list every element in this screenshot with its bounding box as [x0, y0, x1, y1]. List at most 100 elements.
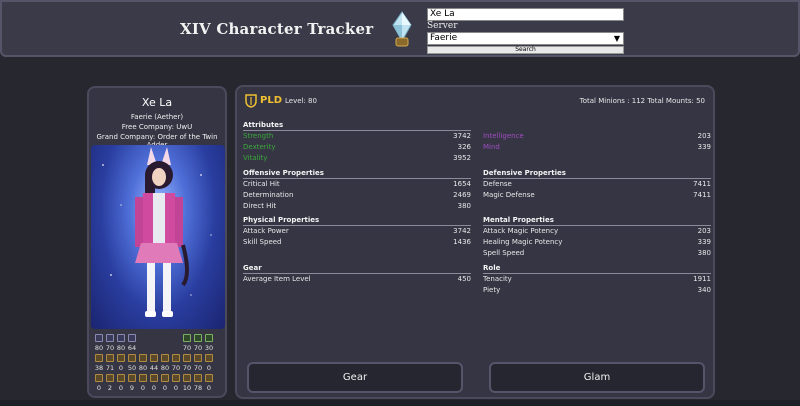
character-name: Xe La	[141, 96, 173, 109]
stat-label: Mind	[483, 143, 500, 151]
section-mental: Mental Properties	[483, 216, 554, 224]
job-whm-icon	[183, 334, 191, 342]
character-portrait	[91, 145, 225, 329]
section-role: Role	[483, 264, 501, 272]
job-brd-icon	[139, 354, 147, 362]
job-gnb-icon	[128, 334, 136, 342]
job-level-row-3: 0 2 0 9 0 0 0 0 10 78 0	[95, 384, 221, 394]
job-dnc-icon	[161, 354, 169, 362]
job-drg-icon	[106, 354, 114, 362]
stat-row: Mind 339	[483, 143, 711, 153]
stat-row: Tenacity 1911	[483, 275, 711, 285]
glam-button[interactable]: Glam	[489, 362, 705, 393]
job-pld-icon	[95, 334, 103, 342]
stat-value: 3952	[453, 154, 471, 162]
stat-label: Spell Speed	[483, 249, 525, 257]
search-button[interactable]: Search	[427, 46, 624, 54]
job-level: 0	[206, 364, 212, 372]
job-icon-row-2	[95, 354, 221, 364]
job-sam-icon	[128, 354, 136, 362]
stat-row: Intelligence 203	[483, 132, 711, 142]
job-icon-row-1	[95, 334, 221, 344]
stat-row: Strength 3742	[243, 132, 471, 142]
stat-row: Attack Magic Potency 203	[483, 227, 711, 237]
job-btn-icon	[194, 374, 202, 382]
job-drk-icon	[117, 334, 125, 342]
job-blu-icon	[205, 354, 213, 362]
section-divider	[243, 273, 471, 274]
header-bar: XIV Character Tracker Xe La Server Faeri…	[0, 0, 800, 57]
stat-label: Tenacity	[483, 275, 512, 283]
stat-label: Average Item Level	[243, 275, 311, 283]
stat-label: Intelligence	[483, 132, 524, 140]
stat-value: 340	[697, 286, 711, 294]
gear-button[interactable]: Gear	[247, 362, 463, 393]
crystal-logo-icon	[392, 11, 412, 47]
stat-value: 380	[457, 202, 471, 210]
stat-label: Magic Defense	[483, 191, 535, 199]
stat-label: Healing Magic Potency	[483, 238, 563, 246]
section-divider	[483, 273, 711, 274]
job-cul-icon	[172, 374, 180, 382]
job-level: 0	[206, 384, 212, 392]
stat-value: 203	[697, 227, 711, 235]
stats-panel: PLD Level: 80 Total Minions : 112 Total …	[235, 85, 715, 399]
job-mnk-icon	[95, 354, 103, 362]
stat-value: 339	[697, 238, 711, 246]
job-blm-icon	[172, 354, 180, 362]
section-divider	[483, 178, 711, 179]
free-company: Free Company: UwU	[121, 123, 193, 131]
stat-row: Spell Speed 380	[483, 249, 711, 259]
section-defensive: Defensive Properties	[483, 169, 566, 177]
job-smn-icon	[183, 354, 191, 362]
stat-value: 203	[697, 132, 711, 140]
stat-row: Average Item Level 450	[243, 275, 471, 285]
section-physical: Physical Properties	[243, 216, 320, 224]
section-divider	[483, 225, 711, 226]
stat-row: Vitality 3952	[243, 154, 471, 164]
stat-label: Critical Hit	[243, 180, 280, 188]
stat-value: 326	[457, 143, 471, 151]
server-select[interactable]: Faerie ▼	[427, 32, 624, 45]
stat-value: 7411	[693, 191, 711, 199]
app-title: XIV Character Tracker	[180, 20, 374, 38]
stat-value: 450	[457, 275, 471, 283]
job-icon-row-3	[95, 374, 221, 384]
stat-label: Skill Speed	[243, 238, 282, 246]
character-card: Xe La Faerie (Aether) Free Company: UwU …	[87, 86, 227, 398]
character-name-input[interactable]: Xe La	[427, 8, 624, 21]
section-divider	[243, 130, 471, 131]
stat-row: Skill Speed 1436	[243, 238, 471, 248]
job-ltw-icon	[139, 374, 147, 382]
stat-label: Strength	[243, 132, 274, 140]
stat-value: 1654	[453, 180, 471, 188]
stat-label: Attack Magic Potency	[483, 227, 559, 235]
stat-label: Attack Power	[243, 227, 289, 235]
job-bsm-icon	[106, 374, 114, 382]
section-divider	[243, 178, 471, 179]
job-arm-icon	[117, 374, 125, 382]
stat-row: Healing Magic Potency 339	[483, 238, 711, 248]
job-level: 30	[204, 344, 214, 352]
job-sch-icon	[194, 334, 202, 342]
job-alc-icon	[161, 374, 169, 382]
stat-label: Piety	[483, 286, 501, 294]
stat-value: 1911	[693, 275, 711, 283]
job-level-row-1: 80 70 80 64 70 70 30	[95, 344, 221, 354]
job-crp-icon	[95, 374, 103, 382]
section-offensive: Offensive Properties	[243, 169, 324, 177]
stat-value: 339	[697, 143, 711, 151]
job-mch-icon	[150, 354, 158, 362]
stat-label: Direct Hit	[243, 202, 277, 210]
section-divider	[243, 225, 471, 226]
server-label: Server	[427, 21, 458, 31]
job-wvr-icon	[150, 374, 158, 382]
job-ast-icon	[205, 334, 213, 342]
chevron-down-icon: ▼	[613, 34, 620, 43]
stat-label: Dexterity	[243, 143, 276, 151]
stat-value: 2469	[453, 191, 471, 199]
stat-value: 3742	[453, 132, 471, 140]
stat-row: Defense 7411	[483, 180, 711, 190]
server-select-value: Faerie	[430, 33, 458, 43]
stat-label: Determination	[243, 191, 294, 199]
